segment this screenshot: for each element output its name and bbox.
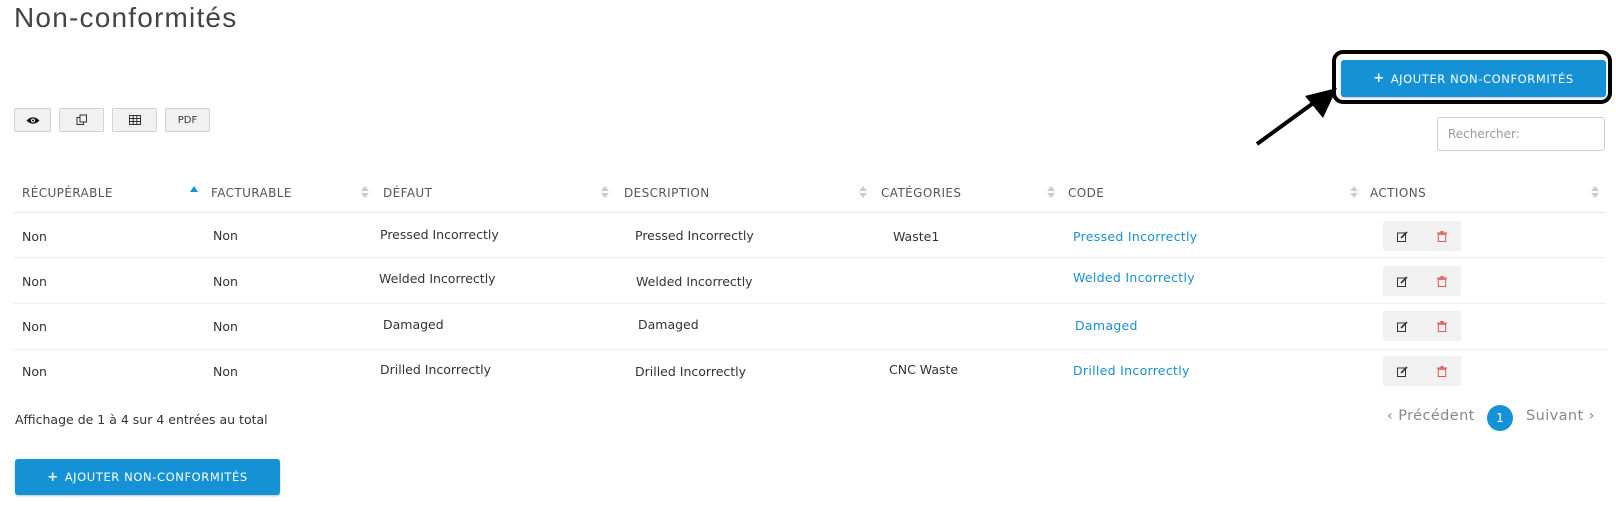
toolbar-copy-button[interactable] — [59, 108, 104, 132]
trash-icon — [1436, 320, 1447, 332]
cell-description: Drilled Incorrectly — [635, 364, 747, 379]
eye-icon — [26, 116, 39, 124]
edit-icon — [1397, 275, 1408, 287]
plus-icon: + — [47, 469, 59, 485]
cell-code-link[interactable]: Damaged — [1075, 318, 1138, 333]
cell-recuperable: Non — [22, 229, 47, 244]
add-nonconformity-button-bottom[interactable]: + AJOUTER NON-CONFORMITÉS — [15, 459, 280, 495]
pagination-next[interactable]: Suivant › — [1526, 408, 1595, 424]
page-title: Non-conformités — [14, 2, 238, 33]
add-button-label: AJOUTER NON-CONFORMITÉS — [1390, 71, 1574, 86]
toolbar-view-button[interactable] — [14, 108, 51, 132]
table-icon — [128, 115, 141, 125]
row-actions — [1383, 221, 1461, 251]
cell-code-link[interactable]: Welded Incorrectly — [1073, 270, 1195, 285]
cell-description: Pressed Incorrectly — [635, 228, 754, 243]
column-header-description[interactable]: DESCRIPTION — [624, 186, 710, 200]
trash-icon — [1436, 275, 1447, 287]
delete-button[interactable] — [1422, 356, 1461, 386]
table-info: Affichage de 1 à 4 sur 4 entrées au tota… — [15, 412, 268, 427]
row-divider — [13, 257, 1606, 258]
column-header-actions: ACTIONS — [1370, 186, 1427, 200]
cell-defaut: Welded Incorrectly — [379, 271, 496, 286]
cell-recuperable: Non — [22, 274, 47, 289]
pagination-previous[interactable]: ‹ Précédent — [1387, 408, 1475, 424]
edit-icon — [1397, 230, 1408, 242]
cell-categories: CNC Waste — [889, 362, 959, 377]
toolbar-spreadsheet-button[interactable] — [112, 108, 157, 132]
column-header-recuperable[interactable]: RÉCUPÉRABLE — [22, 186, 113, 200]
column-header-code[interactable]: CODE — [1068, 186, 1104, 200]
column-header-categories[interactable]: CATÉGORIES — [881, 186, 961, 200]
copy-icon — [76, 114, 87, 125]
row-actions — [1383, 356, 1461, 386]
row-divider — [13, 303, 1606, 304]
sort-icon[interactable] — [1047, 186, 1055, 198]
edit-button[interactable] — [1383, 221, 1422, 251]
add-nonconformity-button-top[interactable]: + AJOUTER NON-CONFORMITÉS — [1341, 60, 1606, 97]
cell-facturable: Non — [213, 228, 238, 243]
edit-button[interactable] — [1383, 356, 1422, 386]
pagination-page-current[interactable]: 1 — [1487, 405, 1513, 431]
toolbar-pdf-button[interactable]: PDF — [165, 108, 210, 132]
delete-button[interactable] — [1422, 266, 1461, 296]
search-input[interactable] — [1437, 117, 1605, 151]
cell-facturable: Non — [213, 319, 238, 334]
cell-defaut: Pressed Incorrectly — [380, 227, 499, 242]
export-toolbar: PDF — [14, 108, 210, 132]
edit-icon — [1397, 320, 1408, 332]
row-divider — [13, 349, 1606, 350]
cell-description: Welded Incorrectly — [636, 274, 753, 289]
cell-description: Damaged — [638, 317, 699, 332]
add-button-label: AJOUTER NON-CONFORMITÉS — [64, 470, 248, 484]
row-actions — [1383, 311, 1461, 341]
cell-recuperable: Non — [22, 364, 47, 379]
cell-facturable: Non — [213, 364, 238, 379]
cell-code-link[interactable]: Drilled Incorrectly — [1073, 363, 1190, 378]
cell-recuperable: Non — [22, 319, 47, 334]
edit-button[interactable] — [1383, 266, 1422, 296]
edit-icon — [1397, 365, 1408, 377]
sort-asc-icon[interactable] — [190, 186, 198, 196]
column-header-defaut[interactable]: DÉFAUT — [383, 186, 432, 200]
cell-code-link[interactable]: Pressed Incorrectly — [1073, 229, 1197, 244]
sort-icon[interactable] — [361, 186, 369, 198]
sort-icon[interactable] — [1350, 186, 1358, 198]
cell-defaut: Damaged — [383, 317, 444, 332]
delete-button[interactable] — [1422, 221, 1461, 251]
sort-icon[interactable] — [601, 186, 609, 198]
edit-button[interactable] — [1383, 311, 1422, 341]
cell-facturable: Non — [213, 274, 238, 289]
delete-button[interactable] — [1422, 311, 1461, 341]
sort-icon[interactable] — [859, 186, 867, 198]
cell-categories: Waste1 — [893, 229, 940, 244]
pointer-arrow-icon — [1255, 88, 1337, 146]
header-divider — [13, 212, 1606, 213]
trash-icon — [1436, 230, 1447, 242]
cell-defaut: Drilled Incorrectly — [380, 362, 492, 377]
trash-icon — [1436, 365, 1447, 377]
row-actions — [1383, 266, 1461, 296]
plus-icon: + — [1373, 71, 1385, 86]
sort-icon[interactable] — [1591, 186, 1599, 198]
column-header-facturable[interactable]: FACTURABLE — [211, 186, 292, 200]
